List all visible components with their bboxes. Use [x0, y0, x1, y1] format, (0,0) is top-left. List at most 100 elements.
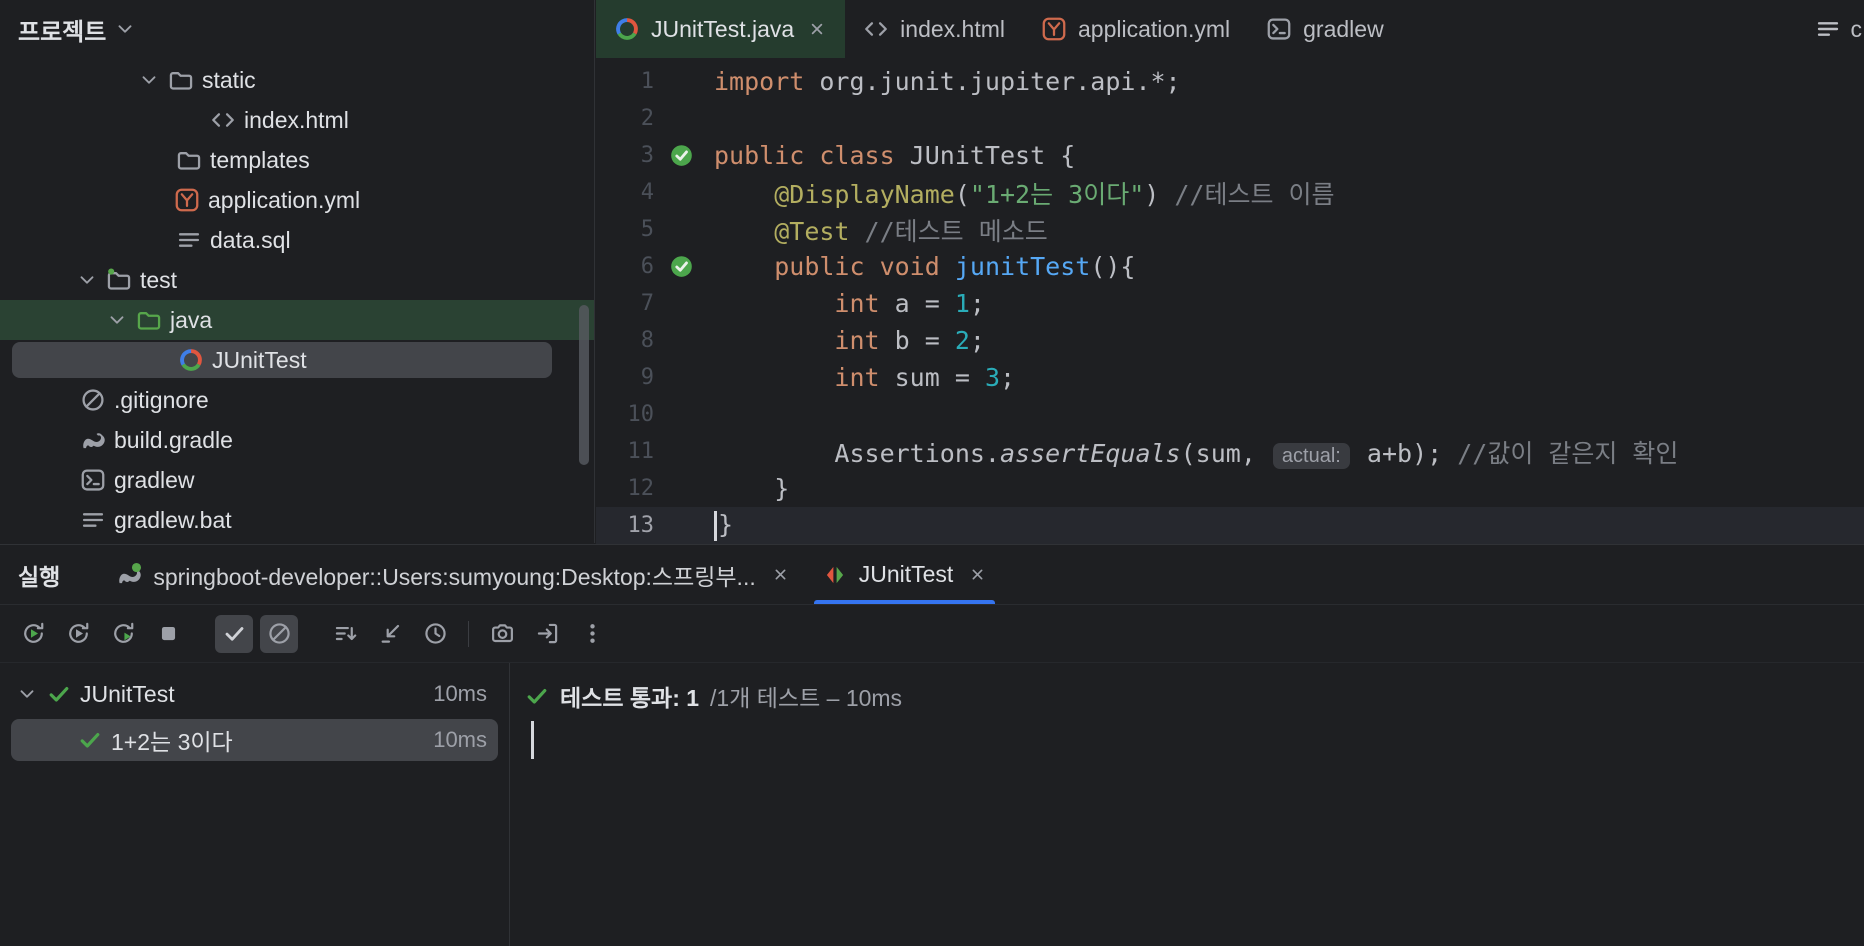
tree-item-junittest[interactable]: JUnitTest	[0, 340, 594, 380]
token: @DisplayName	[774, 179, 955, 209]
tree-item-static[interactable]: static	[0, 60, 594, 100]
tree-item-test[interactable]: test	[0, 260, 594, 300]
gutter	[654, 143, 708, 168]
test-result-junittest[interactable]: JUnitTest 10ms	[0, 671, 509, 717]
more-options-button[interactable]	[573, 615, 611, 653]
tree-item-data-sql[interactable]: data.sql	[0, 220, 594, 260]
test-result-1-2는-3이다[interactable]: 1+2는 3이다 10ms	[0, 717, 509, 763]
toggle-auto-test-button[interactable]	[104, 615, 142, 653]
rerun-icon	[21, 621, 46, 646]
project-panel-header[interactable]: 프로젝트	[0, 0, 594, 58]
project-panel-title: 프로젝트	[18, 18, 107, 46]
run-tab-springboot-developer[interactable]: springboot-developer::Users:sumyoung:Des…	[100, 545, 805, 604]
code-text: Assertions.assertEquals(sum, actual: a+b…	[708, 434, 1864, 470]
token: //테스트 이름	[1174, 179, 1335, 209]
code-line-4: 4 @DisplayName("1+2는 3이다") //테스트 이름	[596, 174, 1864, 211]
run-tab-label: JUnitTest	[858, 561, 954, 587]
junit-run-icon	[822, 562, 848, 588]
rerun-failed-tests-button[interactable]	[59, 615, 97, 653]
tree-item-label: .gitignore	[114, 386, 209, 413]
token: int	[834, 289, 880, 318]
sort-by-duration-button[interactable]	[416, 615, 454, 653]
tree-item-templates[interactable]: templates	[0, 140, 594, 180]
test-output-pane[interactable]: 테스트 통과: 1 /1개 테스트 – 10ms	[511, 663, 1864, 946]
line-number: 5	[640, 217, 654, 242]
rerun-tests-button[interactable]	[14, 615, 52, 653]
code-text: @DisplayName("1+2는 3이다") //테스트 이름	[708, 175, 1864, 211]
tree-item-build-gradle[interactable]: build.gradle	[0, 420, 594, 460]
editor-tab-gradlew[interactable]: gradlew	[1248, 0, 1402, 58]
code-line-3: 3 public class JUnitTest {	[596, 137, 1864, 174]
tree-item-java[interactable]: java	[0, 300, 594, 340]
tree-item-gradlew-bat[interactable]: gradlew.bat	[0, 500, 594, 540]
sort-tests-button[interactable]	[326, 615, 364, 653]
yml-icon	[1041, 16, 1067, 42]
code-line-12: 12 }	[596, 470, 1864, 507]
token: b =	[879, 326, 955, 355]
ignore-icon	[267, 621, 292, 646]
tree-item-gitignore[interactable]: .gitignore	[0, 380, 594, 420]
token: (sum,	[1180, 438, 1271, 468]
run-panel: 실행 springboot-developer::Users:sumyoung:…	[0, 544, 1864, 946]
tree-item-label: data.sql	[210, 226, 291, 253]
editor-tab-junittest-java[interactable]: JUnitTest.java	[596, 0, 846, 58]
terminal-icon	[1266, 16, 1292, 42]
project-panel: 프로젝트 static index.html templates applicatio…	[0, 0, 595, 543]
test-result-time: 10ms	[433, 681, 487, 706]
test-result-label: JUnitTest	[80, 680, 175, 707]
editor-tab-application-yml[interactable]: application.yml	[1023, 0, 1248, 58]
collapse-all-button[interactable]	[371, 615, 409, 653]
clipped-tab-label: c	[1850, 15, 1863, 42]
token: (){	[1090, 252, 1136, 281]
code-line-6: 6 public void junitTest(){	[596, 248, 1864, 285]
editor-tab-label: index.html	[900, 15, 1005, 42]
line-number: 10	[627, 402, 655, 427]
token: //값이 같은지 확인	[1457, 438, 1679, 468]
chevron-down-icon	[138, 69, 160, 91]
test-pass-icon	[669, 254, 694, 279]
code-text: int sum = 3;	[708, 363, 1864, 392]
check-green-icon	[525, 684, 549, 708]
tree-item-gradlew[interactable]: gradlew	[0, 460, 594, 500]
tree-item-label: java	[170, 306, 213, 333]
run-tab-junittest[interactable]: JUnitTest	[806, 545, 1004, 604]
token: assertEquals	[999, 438, 1181, 468]
token: public class	[714, 141, 895, 170]
code-text: @Test //테스트 메소드	[708, 212, 1864, 248]
token: 3	[984, 363, 1000, 392]
auto-rerun-icon	[111, 621, 136, 646]
stop-button[interactable]	[149, 615, 187, 653]
editor-area: JUnitTest.java index.html application.yml g…	[596, 0, 1864, 544]
camera-icon	[490, 621, 515, 646]
editor-tab-label: JUnitTest.java	[651, 15, 795, 42]
import-test-results-button[interactable]	[528, 615, 566, 653]
scrollbar-thumb[interactable]	[579, 305, 589, 465]
ignore-icon	[80, 387, 106, 413]
token: a =	[879, 289, 955, 318]
code-line-2: 2	[596, 100, 1864, 137]
token: 1	[954, 289, 970, 318]
tab-list-icon[interactable]	[1815, 16, 1841, 42]
ide-window: 프로젝트 static index.html templates applicatio…	[0, 0, 1864, 946]
test-results-tree: JUnitTest 10ms 1+2는 3이다 10ms	[0, 663, 510, 946]
code-text: public void junitTest(){	[708, 252, 1864, 281]
code-editor[interactable]: 1 import org.junit.jupiter.api.*; 2 3 public…	[596, 58, 1864, 544]
code-line-5: 5 @Test //테스트 메소드	[596, 211, 1864, 248]
code-text: }	[708, 474, 1864, 503]
token: }	[718, 510, 734, 539]
line-number: 8	[640, 328, 654, 353]
tree-item-index-html[interactable]: index.html	[0, 100, 594, 140]
code-text: }	[708, 510, 1864, 541]
editor-tab-index-html[interactable]: index.html	[845, 0, 1023, 58]
tree-item-application-yml[interactable]: application.yml	[0, 180, 594, 220]
token: "1+2는 3이다"	[969, 179, 1145, 209]
show-passed-button[interactable]	[215, 614, 253, 653]
show-ignored-button[interactable]	[260, 614, 298, 653]
gutter	[654, 254, 708, 279]
rerun-failed-icon	[66, 621, 91, 646]
code-text: int a = 1;	[708, 289, 1864, 318]
token: (	[954, 179, 970, 209]
tree-item-label: static	[202, 66, 256, 93]
screenshot-button[interactable]	[483, 615, 521, 653]
